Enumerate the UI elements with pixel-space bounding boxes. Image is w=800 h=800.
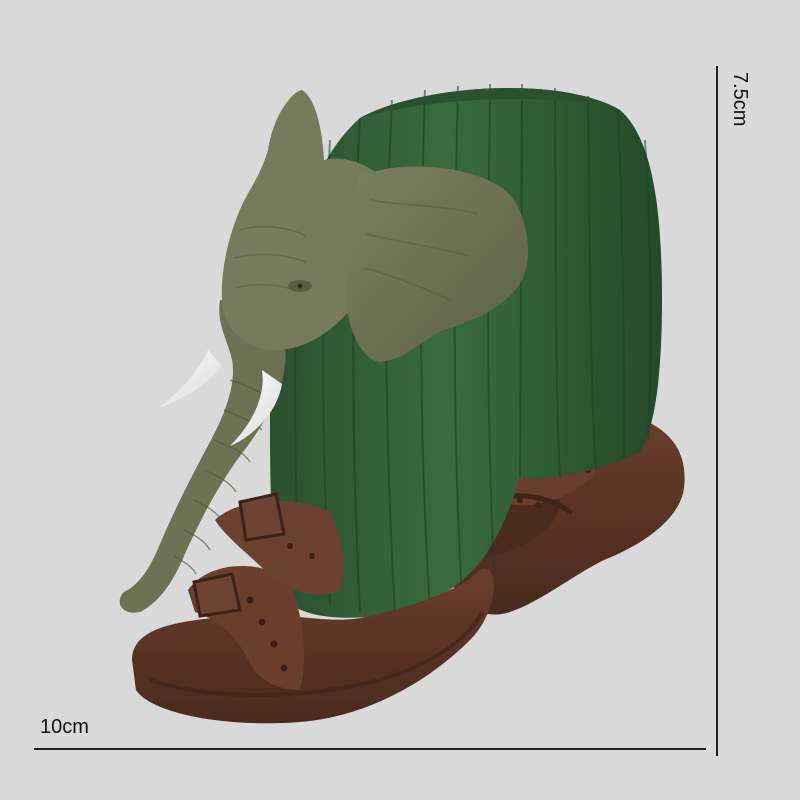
width-label: 10cm <box>40 716 89 738</box>
height-label: 7.5cm <box>729 72 751 127</box>
elephant-cactus-sandal-figure <box>119 83 685 724</box>
height-dimension-line <box>716 66 718 756</box>
width-dimension-line <box>34 748 706 750</box>
product-render: 10cm 7.5cm <box>0 0 800 800</box>
